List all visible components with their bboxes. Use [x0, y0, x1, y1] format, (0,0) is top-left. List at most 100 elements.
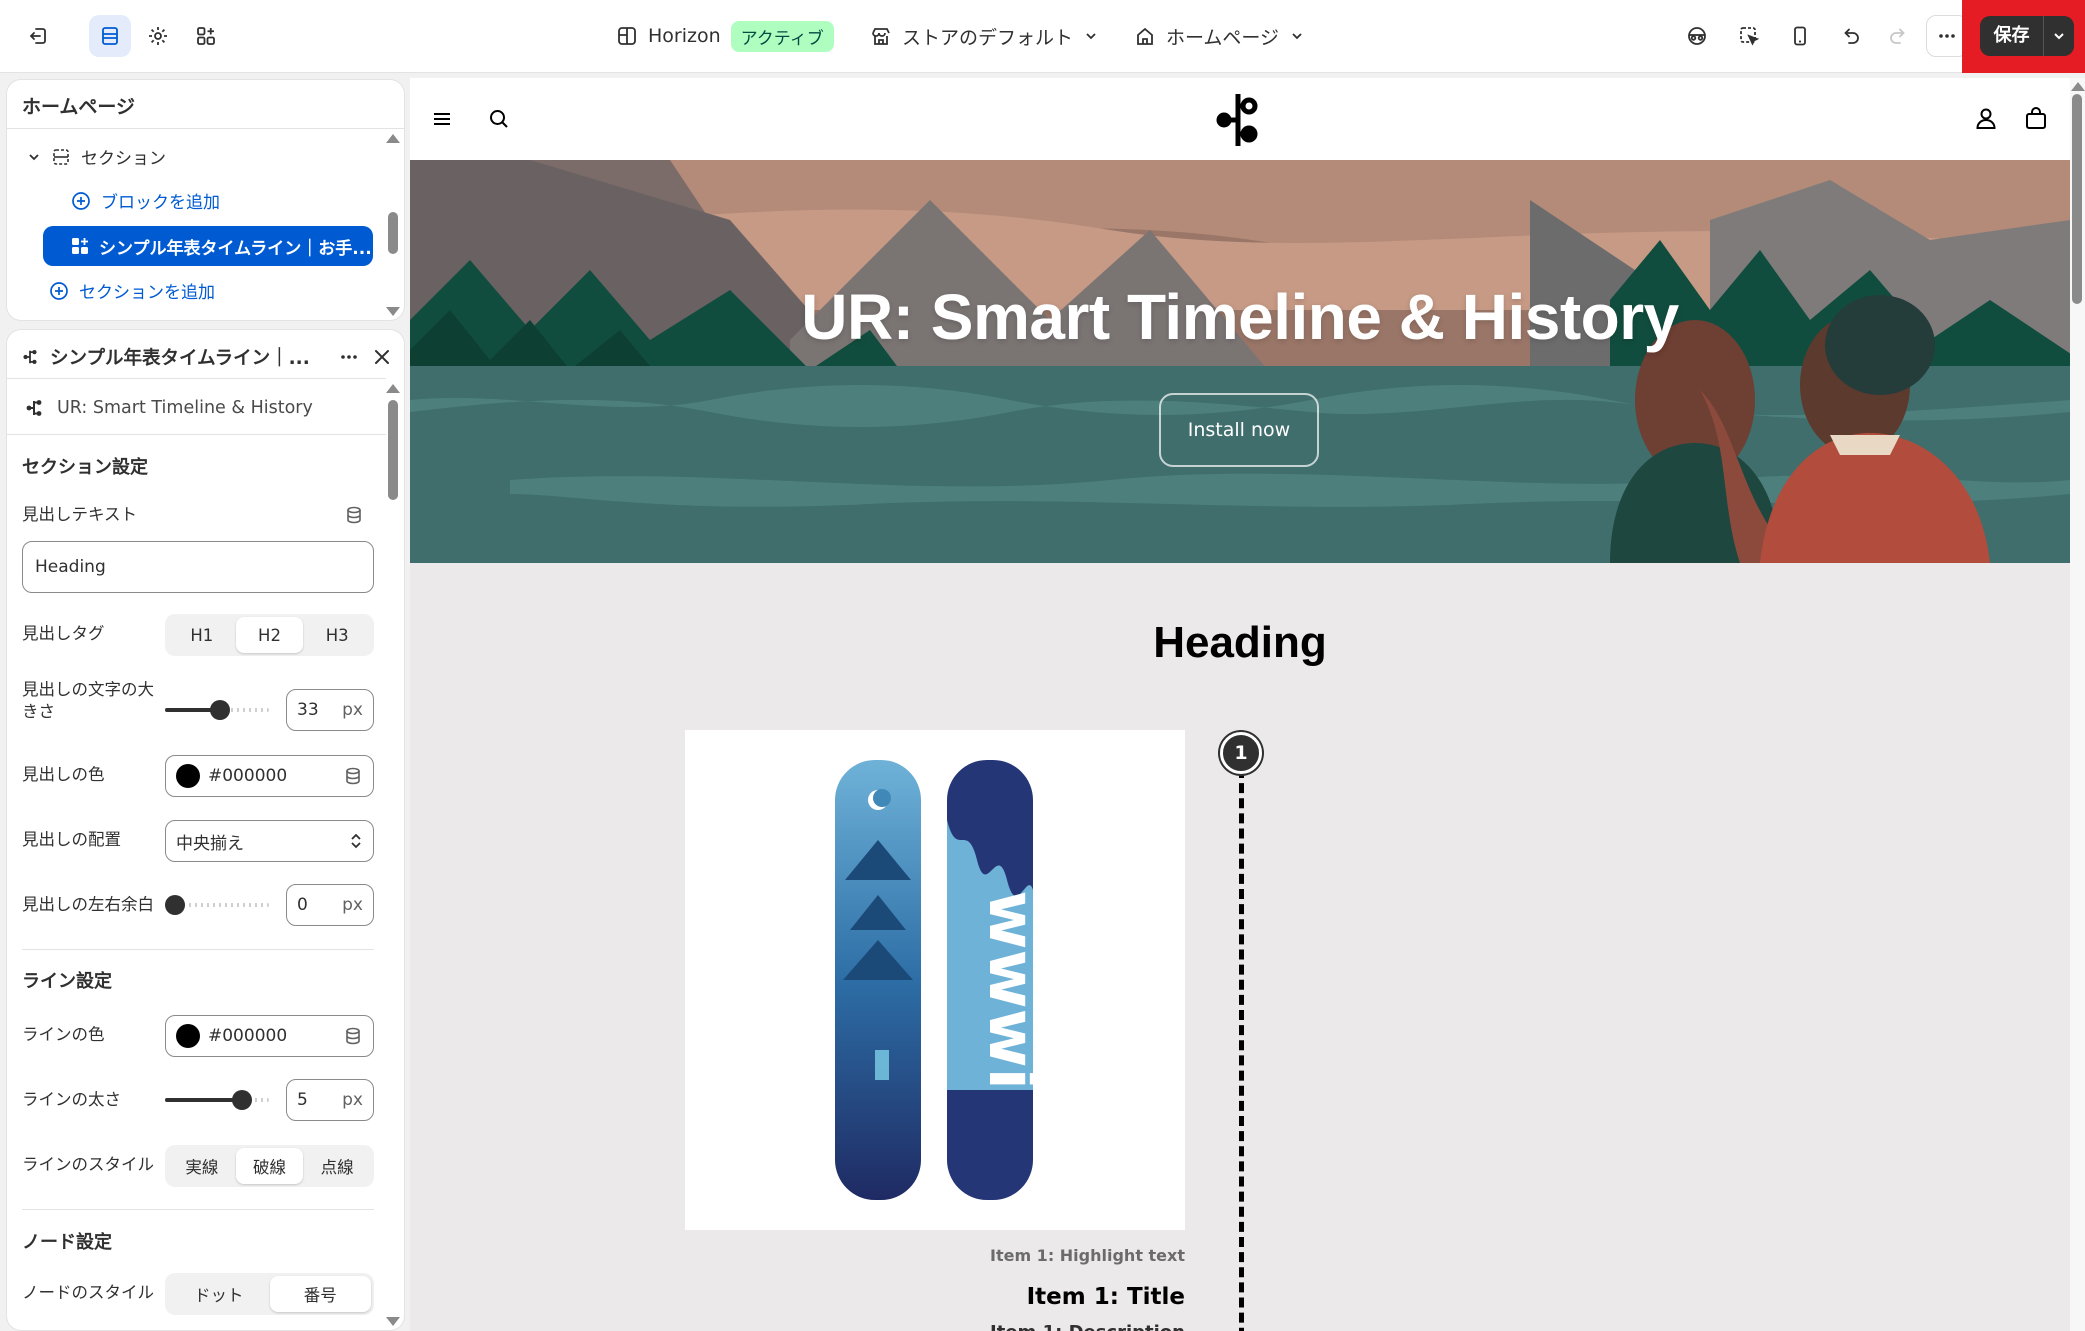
selected-section-item[interactable]: シンプル年表タイムライン｜お手...: [43, 226, 373, 266]
slider-knob[interactable]: [165, 895, 185, 915]
timeline-node: 1: [1220, 732, 1262, 774]
line-width-input[interactable]: 5 px: [286, 1079, 374, 1121]
heading-size-input[interactable]: 33 px: [286, 689, 374, 731]
heading-tag-h2[interactable]: H2: [235, 617, 304, 653]
database-icon: [347, 506, 361, 524]
section-group-toggle[interactable]: セクション: [27, 144, 166, 169]
scroll-down-arrow[interactable]: [386, 1317, 400, 1326]
section-icon: [53, 148, 69, 165]
heading-size-slider[interactable]: [165, 699, 275, 721]
slider-knob[interactable]: [210, 700, 230, 720]
line-style-dotted[interactable]: 点線: [303, 1148, 371, 1184]
heading-align-select[interactable]: 中央揃え: [165, 820, 374, 862]
scroll-up-arrow[interactable]: [386, 384, 400, 393]
app-name: UR: Smart Timeline & History: [57, 398, 313, 418]
color-swatch[interactable]: [176, 1024, 200, 1048]
heading-text-input[interactable]: Heading: [22, 541, 374, 593]
scrollbar[interactable]: [386, 382, 400, 1330]
timeline-heading: Heading: [1153, 618, 1327, 667]
inspector-icon: [1688, 27, 1706, 45]
app-embeds-button[interactable]: [185, 15, 227, 57]
cursor-select-icon: [1740, 27, 1760, 46]
store-logo[interactable]: [1216, 92, 1260, 148]
unit-label: px: [342, 700, 363, 720]
store-context-select[interactable]: ストアのデフォルト: [870, 17, 1099, 55]
scroll-down-arrow[interactable]: [386, 307, 400, 316]
heading-size-label: 見出しの文字の大きさ: [22, 680, 154, 721]
line-color-label: ラインの色: [22, 1025, 105, 1044]
search-icon: [490, 110, 508, 128]
settings-more-button[interactable]: [338, 346, 360, 368]
scroll-thumb[interactable]: [2072, 94, 2082, 304]
scroll-thumb[interactable]: [388, 400, 398, 500]
heading-size-value: 33: [297, 700, 319, 720]
node-style-number[interactable]: 番号: [269, 1276, 371, 1312]
save-button-group[interactable]: 保存: [1980, 16, 2074, 56]
undo-icon: [1844, 28, 1859, 44]
install-now-button[interactable]: Install now: [1159, 393, 1319, 467]
select-element-button[interactable]: [1728, 15, 1770, 57]
cart-button[interactable]: [2024, 106, 2048, 130]
add-block-button[interactable]: ブロックを追加: [71, 188, 220, 213]
save-options-button[interactable]: [2044, 28, 2074, 44]
heading-color-picker[interactable]: #000000: [165, 755, 374, 797]
plus-circle-icon: [72, 191, 90, 210]
node-style-label: ノードのスタイル: [22, 1283, 154, 1302]
section-group-label: セクション: [81, 149, 166, 169]
scroll-up-arrow[interactable]: [2071, 82, 2085, 91]
shopping-bag-icon: [2026, 107, 2046, 129]
line-color-value: #000000: [208, 1026, 288, 1046]
chevron-down-icon: [2054, 33, 2064, 40]
database-icon[interactable]: [343, 1026, 363, 1046]
device-preview-button[interactable]: [1779, 15, 1821, 57]
heading-padding-label: 見出しの左右余白: [22, 895, 154, 914]
theme-selector[interactable]: Horizon アクティブ: [616, 17, 834, 55]
redo-button[interactable]: [1877, 15, 1919, 57]
page-select[interactable]: ホームページ: [1134, 17, 1305, 55]
close-settings-button[interactable]: [372, 347, 392, 367]
exit-button[interactable]: [17, 15, 59, 57]
color-swatch[interactable]: [176, 764, 200, 788]
theme-settings-button[interactable]: [137, 15, 179, 57]
heading-tag-h1[interactable]: H1: [168, 617, 236, 653]
slider-knob[interactable]: [232, 1090, 252, 1110]
hamburger-menu-icon: [434, 113, 450, 125]
scroll-up-arrow[interactable]: [386, 134, 400, 143]
undo-button[interactable]: [1830, 15, 1872, 57]
exit-icon: [30, 28, 46, 44]
save-button[interactable]: 保存: [1980, 16, 2044, 56]
dynamic-source-button[interactable]: [344, 505, 364, 525]
account-button[interactable]: [1974, 106, 1998, 130]
scrollbar[interactable]: [386, 132, 400, 320]
add-block-label: ブロックを追加: [101, 193, 220, 213]
apps-icon: [197, 27, 215, 45]
divider: [7, 128, 404, 129]
page-select-label: ホームページ: [1166, 26, 1280, 49]
line-style-dashed[interactable]: 破線: [235, 1148, 304, 1184]
line-color-picker[interactable]: #000000: [165, 1015, 374, 1057]
scroll-thumb[interactable]: [388, 212, 398, 254]
heading-padding-slider[interactable]: [165, 894, 275, 916]
add-section-button[interactable]: セクションを追加: [49, 278, 215, 303]
svg-text:wwwi: wwwi: [974, 890, 1048, 1089]
search-button[interactable]: [488, 108, 510, 130]
line-width-slider[interactable]: [165, 1089, 275, 1111]
store-select-label: ストアのデフォルト: [902, 26, 1074, 49]
item-title: Item 1: Title: [1026, 1284, 1185, 1310]
database-icon[interactable]: [343, 766, 363, 786]
node-style-dot[interactable]: ドット: [168, 1276, 270, 1312]
line-style-solid[interactable]: 実線: [168, 1148, 236, 1184]
divider: [7, 378, 386, 379]
divider: [22, 1209, 374, 1210]
theme-icon: [618, 27, 636, 45]
inspector-button[interactable]: [1676, 15, 1718, 57]
heading-tag-label: 見出しタグ: [22, 624, 105, 643]
preview-scrollbar[interactable]: [2070, 78, 2085, 1331]
heading-tag-segmented: H1 H2 H3: [165, 614, 374, 656]
node-settings-heading: ノード設定: [22, 1232, 112, 1253]
hero-banner: UR: Smart Timeline & History Install now: [410, 160, 2070, 563]
heading-tag-h3[interactable]: H3: [303, 617, 371, 653]
sections-tab-button[interactable]: [89, 15, 131, 57]
menu-button[interactable]: [432, 110, 452, 128]
heading-padding-input[interactable]: 0 px: [286, 884, 374, 926]
